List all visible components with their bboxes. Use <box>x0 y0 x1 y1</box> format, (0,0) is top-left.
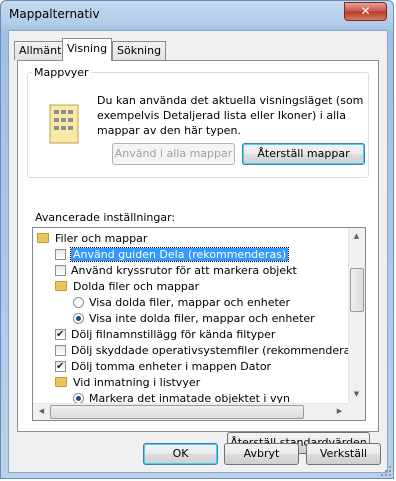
advanced-settings-label: Avancerade inställningar: <box>35 211 176 224</box>
option-label: Dölj skyddade operativsystemfiler (rekom… <box>71 344 361 357</box>
scrollbar-corner <box>348 403 365 420</box>
apply-button[interactable]: Verkställ <box>306 443 381 465</box>
folder-views-group: Du kan använda det aktuella visningsläge… <box>27 72 369 178</box>
scroll-up-icon[interactable]: ▲ <box>349 229 364 244</box>
scroll-left-icon[interactable]: ◀ <box>34 404 49 419</box>
scroll-down-icon[interactable]: ▼ <box>349 387 364 402</box>
sharing-wizard-checkbox[interactable] <box>55 249 66 260</box>
resize-grip-icon[interactable] <box>381 466 391 476</box>
close-button[interactable]: ✕ <box>344 2 387 21</box>
option-label: Dölj filnamnstillägg för kända filtyper <box>71 328 276 341</box>
option-hide-empty-drives[interactable]: Dölj tomma enheter i mappen Dator <box>55 359 271 375</box>
title-bar[interactable]: Mappalternativ ✕ <box>1 1 393 29</box>
hide-extensions-checkbox[interactable] <box>55 327 66 343</box>
dialog-client: Allmänt Visning Sökning Du kan använda d… <box>8 30 388 473</box>
reset-folders-button[interactable]: Återställ mappar <box>242 143 365 165</box>
option-dont-show-hidden[interactable]: Visa inte dolda filer, mappar och enhete… <box>73 311 315 327</box>
option-sharing-wizard[interactable]: Använd guiden Dela (rekommenderas) <box>55 247 290 263</box>
tab-view[interactable]: Visning <box>62 38 113 61</box>
tree-folder-files-and-folders: Filer och mappar <box>37 231 147 247</box>
option-show-hidden[interactable]: Visa dolda filer, mappar och enheter <box>73 295 290 311</box>
scroll-right-icon[interactable]: ▶ <box>332 404 347 419</box>
option-hide-protected-files[interactable]: Dölj skyddade operativsystemfiler (rekom… <box>55 343 360 359</box>
tree-folder-hidden-files: Dolda filer och mappar <box>55 279 199 295</box>
option-item-checkboxes[interactable]: Använd kryssrutor för att markera objekt <box>55 263 297 279</box>
cancel-button[interactable]: Avbryt <box>224 443 299 465</box>
option-label: Använd kryssrutor för att markera objekt <box>71 264 297 277</box>
option-label: Dölj tomma enheter i mappen Dator <box>71 360 272 373</box>
horizontal-scroll-thumb[interactable] <box>50 405 304 419</box>
tree-folder-typing-in-list-view: Vid inmatning i listvyer <box>55 375 200 391</box>
hide-empty-drives-checkbox[interactable] <box>55 359 66 375</box>
hide-protected-files-checkbox[interactable] <box>55 345 66 356</box>
vertical-scrollbar[interactable]: ▲ ▼ <box>348 228 365 403</box>
item-checkboxes-checkbox[interactable] <box>55 265 66 276</box>
horizontal-scrollbar[interactable]: ◀ ▶ <box>33 403 348 420</box>
ok-button[interactable]: OK <box>143 443 218 465</box>
apply-to-folders-button[interactable]: Använd i alla mappar <box>112 143 235 165</box>
folder-view-icon <box>49 104 79 144</box>
tab-search[interactable]: Sökning <box>112 41 167 60</box>
folder-views-label: Mappvyer <box>32 66 91 79</box>
option-label: Visa dolda filer, mappar och enheter <box>89 296 291 309</box>
option-label: Visa inte dolda filer, mappar och enhete… <box>89 312 315 325</box>
folder-options-window: Mappalternativ ✕ Allmänt Visning Sökning <box>0 0 394 479</box>
option-hide-extensions[interactable]: Dölj filnamnstillägg för kända filtyper <box>55 327 275 343</box>
tab-general[interactable]: Allmänt <box>14 41 67 60</box>
dont-show-hidden-radio[interactable] <box>73 313 84 324</box>
folder-icon <box>55 281 67 291</box>
option-label: Använd guiden Dela (rekommenderas) <box>69 247 290 262</box>
folder-icon <box>55 377 67 387</box>
close-icon: ✕ <box>360 4 371 18</box>
vertical-scroll-thumb[interactable] <box>350 268 364 312</box>
folder-views-description: Du kan använda det aktuella visningsläge… <box>97 94 364 137</box>
folder-icon <box>37 233 49 243</box>
show-hidden-radio[interactable] <box>73 297 84 308</box>
advanced-settings-list[interactable]: Filer och mappar Använd guiden Dela (rek… <box>32 227 366 421</box>
window-title: Mappalternativ <box>9 7 100 21</box>
view-tab-panel: Du kan använda det aktuella visningsläge… <box>17 60 379 454</box>
